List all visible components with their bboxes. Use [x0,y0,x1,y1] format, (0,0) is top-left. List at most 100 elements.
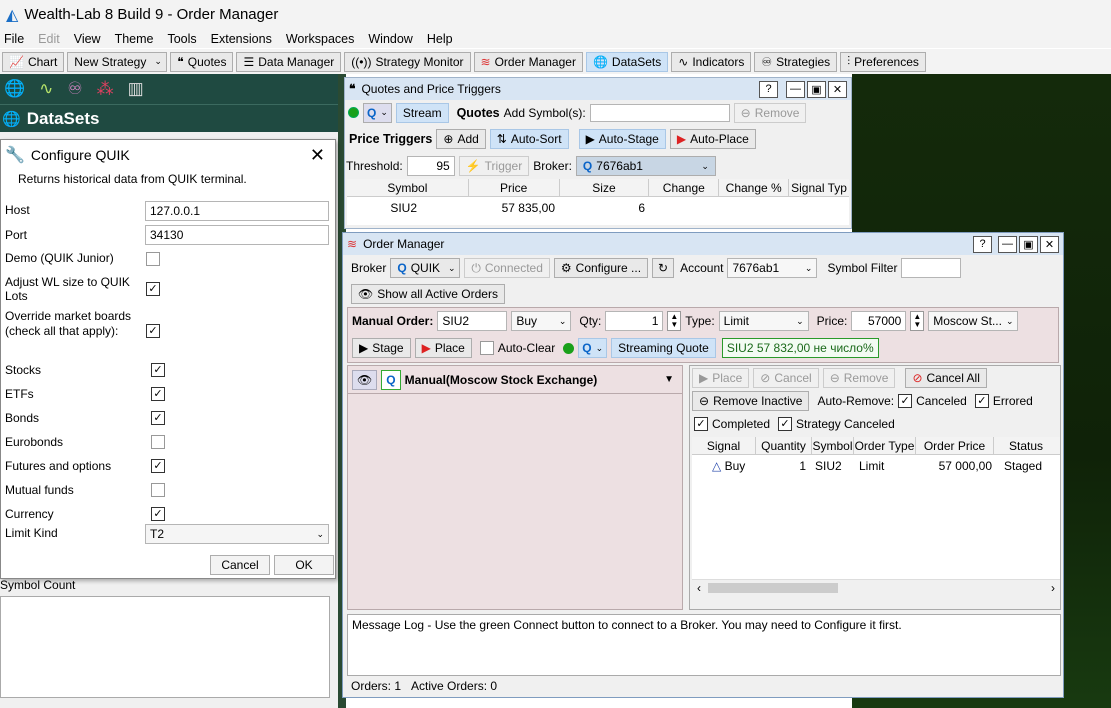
cancel-order-button[interactable]: ⊘ Cancel [753,368,819,388]
col-price[interactable]: Price [469,179,560,196]
menu-extensions[interactable]: Extensions [211,32,272,46]
price-input[interactable]: 57000 [851,311,907,331]
menu-help[interactable]: Help [427,32,453,46]
col-order-type[interactable]: Order Type [854,437,916,454]
col-change-pct[interactable]: Change % [719,179,790,196]
order-side-select[interactable]: Buy ⌄ [511,311,572,331]
account-select[interactable]: 7676ab1 ⌄ [727,258,818,278]
menu-edit[interactable]: Edit [38,32,60,46]
help-icon[interactable]: ? [973,235,992,253]
trigger-button[interactable]: ⚡ Trigger [458,156,530,176]
status-dot-icon[interactable] [348,107,359,118]
order-manager-button[interactable]: ≋ Order Manager [473,51,583,72]
col-symbol[interactable]: Symbol [812,437,854,454]
preferences-button[interactable]: ⫶ Preferences [840,51,926,72]
menu-view[interactable]: View [74,32,101,46]
auto-place-button[interactable]: ▶ Auto-Place [669,129,756,149]
errored-checkbox[interactable]: ✓ [974,394,989,408]
qty-input[interactable]: 1 [605,311,664,331]
close-icon[interactable]: ✕ [1040,235,1059,253]
symbol-list[interactable] [0,596,330,698]
datasets-button[interactable]: 🌐 DataSets [585,51,669,72]
col-signal[interactable]: Signal [692,437,756,454]
auto-sort-button[interactable]: ⇅ Auto-Sort [489,129,569,149]
adjust-checkbox[interactable]: ✓ [146,282,160,296]
order-type-select[interactable]: Limit ⌄ [718,311,809,331]
remove-quote-button[interactable]: ⊖ Remove [733,102,807,123]
col-size[interactable]: Size [560,179,650,196]
col-change[interactable]: Change [649,179,720,196]
quik-provider-select[interactable]: Q ⌄ [363,102,392,123]
table-row[interactable]: SIU2 57 835,00 6 [347,197,849,219]
minimize-icon[interactable]: — [998,235,1017,253]
currency-checkbox[interactable]: ✓ [151,507,165,521]
eurobonds-checkbox[interactable] [151,435,165,449]
status-dot-icon[interactable] [563,342,575,354]
col-order-price[interactable]: Order Price [916,437,994,454]
brain-icon[interactable]: ♾ [67,79,82,99]
scroll-thumb[interactable] [708,582,838,593]
bonds-checkbox[interactable]: ✓ [151,411,165,425]
strategies-button[interactable]: ♾ Strategies [754,51,838,72]
override-checkbox[interactable]: ✓ [146,324,160,338]
stage-button[interactable]: ▶ Stage [352,338,411,358]
completed-checkbox[interactable]: ✓ [694,417,708,431]
eye-icon[interactable]: 👁 [352,369,378,390]
order-symbol-input[interactable]: SIU2 [437,311,508,331]
library-icon[interactable]: ▥ [128,79,144,99]
om-broker-select[interactable]: Q QUIK ⌄ [390,258,461,278]
help-icon[interactable]: ? [759,80,778,98]
canceled-checkbox[interactable]: ✓ [898,394,913,408]
connect-button[interactable]: ⏻ Connected [464,258,550,278]
new-strategy-dropdown[interactable]: New Strategy ⌄ [67,51,168,72]
menu-file[interactable]: File [4,32,24,46]
futures-checkbox[interactable]: ✓ [151,459,165,473]
auto-stage-button[interactable]: ▶ Auto-Stage [578,129,666,149]
demo-checkbox[interactable] [146,252,160,266]
quote-provider-select[interactable]: Q ⌄ [578,338,608,358]
maximize-icon[interactable]: ▣ [1019,235,1038,253]
strategy-canceled-checkbox[interactable]: ✓ [778,417,793,431]
configure-button[interactable]: ⚙ Configure ... [553,258,649,278]
minimize-icon[interactable]: — [786,80,805,98]
place-order-button[interactable]: ▶ Place [692,368,750,388]
show-all-orders-button[interactable]: 👁 Show all Active Orders [351,284,505,304]
close-icon[interactable]: ✕ [310,145,325,166]
add-symbols-input[interactable] [589,103,730,122]
qty-spinner-icon[interactable]: ▲ ▼ [667,311,682,331]
col-status[interactable]: Status [994,437,1058,454]
menu-window[interactable]: Window [368,32,412,46]
add-trigger-button[interactable]: ⊕ Add [436,129,486,149]
port-input[interactable]: 34130 [145,225,329,245]
place-button[interactable]: ▶ Place [414,338,472,358]
broker-select[interactable]: Q 7676ab1 ⌄ [575,156,716,176]
refresh-button[interactable]: ↻ [652,258,675,278]
stream-button[interactable]: Stream [395,102,449,123]
auto-clear-checkbox[interactable] [479,341,494,355]
maximize-icon[interactable]: ▣ [807,80,826,98]
indicators-button[interactable]: ∿ Indicators [671,51,752,72]
symbol-filter-input[interactable] [901,258,962,278]
horizontal-scrollbar[interactable]: ‹ › [692,579,1060,595]
close-icon[interactable]: ✕ [828,80,847,98]
globe-icon[interactable]: 🌐 [4,79,25,99]
menu-tools[interactable]: Tools [167,32,196,46]
col-quantity[interactable]: Quantity [756,437,812,454]
exchange-select[interactable]: Moscow St... ⌄ [928,311,1019,331]
data-manager-button[interactable]: ☰ Data Manager [236,51,342,72]
cancel-all-button[interactable]: ⊘ Cancel All [905,368,987,388]
account-tree-item[interactable]: 👁 Q Manual(Moscow Stock Exchange) ▼ [348,366,682,394]
chevron-right-icon[interactable]: › [1046,581,1060,595]
col-signal[interactable]: Signal Typ [789,179,849,196]
cancel-button[interactable]: Cancel [210,555,270,575]
molecule-icon[interactable]: ⁂ [97,79,114,99]
streaming-quote-button[interactable]: Streaming Quote [611,338,716,358]
stocks-checkbox[interactable]: ✓ [151,363,165,377]
strategy-monitor-button[interactable]: ((•)) Strategy Monitor [344,51,471,72]
col-symbol[interactable]: Symbol [347,179,469,196]
host-input[interactable]: 127.0.0.1 [145,201,329,221]
etfs-checkbox[interactable]: ✓ [151,387,165,401]
wave-icon[interactable]: ∿ [39,79,53,99]
threshold-input[interactable]: 95 [406,156,455,176]
price-spinner-icon[interactable]: ▲ ▼ [910,311,925,331]
